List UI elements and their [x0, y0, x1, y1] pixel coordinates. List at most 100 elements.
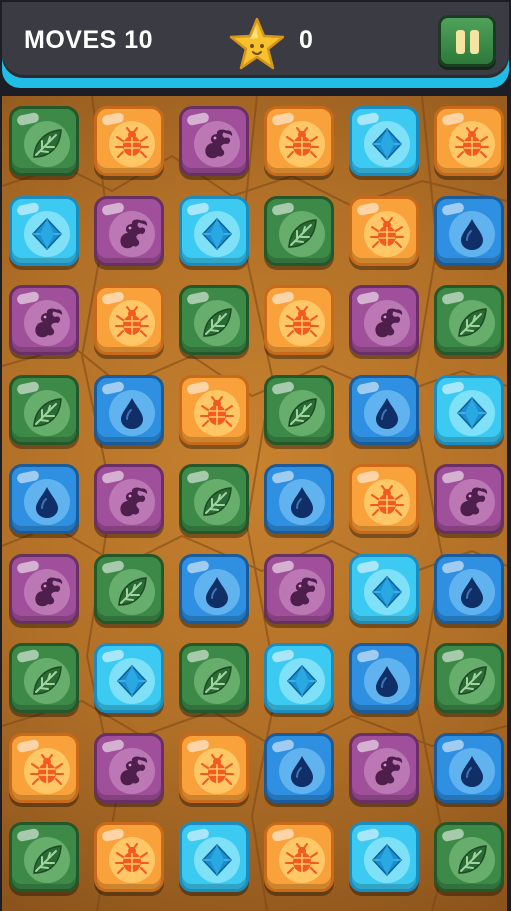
- tile-leaf[interactable]: [94, 553, 164, 624]
- tile-dragon[interactable]: [9, 553, 79, 624]
- drop-icon: [461, 218, 483, 250]
- leaf-icon: [458, 666, 487, 695]
- tile-leaf[interactable]: [179, 643, 249, 713]
- leaf-icon: [203, 308, 232, 337]
- tile-drop[interactable]: [434, 732, 504, 803]
- tile-leaf[interactable]: [9, 106, 79, 176]
- drop-icon: [461, 576, 483, 608]
- tile-drop[interactable]: [349, 643, 419, 713]
- tile-bug[interactable]: [94, 106, 164, 176]
- drop-icon: [376, 666, 398, 697]
- tile-leaf[interactable]: [9, 374, 79, 445]
- bug-icon: [370, 216, 404, 248]
- tile-dragon[interactable]: [94, 732, 164, 803]
- tile-drop[interactable]: [434, 195, 504, 266]
- bug-icon: [200, 753, 234, 785]
- tile-drop[interactable]: [264, 732, 334, 803]
- dragon-icon: [120, 756, 148, 785]
- tile-gem[interactable]: [349, 553, 419, 624]
- gem-icon: [286, 664, 318, 698]
- tile-leaf[interactable]: [434, 822, 504, 892]
- tile-gem[interactable]: [9, 195, 79, 266]
- bug-icon: [30, 753, 64, 785]
- gem-icon: [371, 575, 403, 608]
- tile-bug[interactable]: [349, 195, 419, 266]
- pause-icon: [470, 30, 479, 54]
- tile-bug[interactable]: [264, 822, 334, 892]
- dragon-icon: [205, 129, 233, 159]
- tile-bug[interactable]: [179, 732, 249, 803]
- tile-gem[interactable]: [349, 106, 419, 176]
- tile-drop[interactable]: [264, 464, 334, 534]
- tile-bug[interactable]: [179, 374, 249, 445]
- pause-icon: [456, 30, 465, 54]
- tile-bug[interactable]: [264, 285, 334, 355]
- dragon-icon: [120, 219, 148, 248]
- leaf-icon: [458, 308, 487, 337]
- moves-counter: MOVES 10: [24, 26, 154, 54]
- bug-icon: [285, 127, 319, 158]
- tile-bug[interactable]: [349, 464, 419, 534]
- drop-icon: [121, 397, 143, 429]
- tile-leaf[interactable]: [264, 374, 334, 445]
- gem-icon: [371, 127, 403, 161]
- tile-bug[interactable]: [94, 822, 164, 892]
- tile-drop[interactable]: [179, 553, 249, 624]
- tile-dragon[interactable]: [179, 106, 249, 176]
- tile-dragon[interactable]: [434, 464, 504, 534]
- leaf-icon: [118, 576, 147, 606]
- tile-leaf[interactable]: [434, 285, 504, 355]
- tile-gem[interactable]: [349, 822, 419, 892]
- tile-dragon[interactable]: [94, 464, 164, 534]
- gem-icon: [201, 843, 233, 877]
- bug-icon: [115, 843, 149, 874]
- bug-icon: [285, 306, 319, 337]
- leaf-icon: [203, 487, 232, 516]
- leaf-icon: [33, 666, 62, 695]
- tile-leaf[interactable]: [179, 464, 249, 534]
- tile-gem[interactable]: [179, 195, 249, 266]
- tile-bug[interactable]: [9, 732, 79, 803]
- bug-icon: [115, 127, 149, 158]
- dragon-icon: [460, 487, 488, 517]
- tile-gem[interactable]: [94, 643, 164, 713]
- bug-icon: [455, 127, 489, 158]
- tile-leaf[interactable]: [9, 822, 79, 892]
- tile-leaf[interactable]: [264, 195, 334, 266]
- gem-icon: [31, 217, 63, 250]
- tile-dragon[interactable]: [349, 732, 419, 803]
- pause-button[interactable]: [438, 15, 496, 67]
- tile-leaf[interactable]: [9, 643, 79, 713]
- tile-drop[interactable]: [9, 464, 79, 534]
- leaf-icon: [458, 845, 487, 874]
- tile-dragon[interactable]: [349, 285, 419, 355]
- tile-bug[interactable]: [94, 285, 164, 355]
- dragon-icon: [35, 308, 63, 338]
- tile-dragon[interactable]: [264, 553, 334, 624]
- score-value: 0: [299, 26, 313, 54]
- dragon-icon: [290, 577, 318, 606]
- tile-dragon[interactable]: [9, 285, 79, 355]
- dragon-icon: [375, 308, 403, 338]
- drop-icon: [206, 576, 228, 608]
- tile-drop[interactable]: [434, 553, 504, 624]
- tile-dragon[interactable]: [94, 195, 164, 266]
- tile-leaf[interactable]: [179, 285, 249, 355]
- tile-drop[interactable]: [349, 374, 419, 445]
- leaf-icon: [288, 218, 317, 248]
- bug-icon: [200, 395, 234, 427]
- tile-bug[interactable]: [264, 106, 334, 176]
- bug-icon: [370, 485, 404, 516]
- hud-panel: MOVES 10 0: [2, 2, 509, 78]
- tile-gem[interactable]: [434, 374, 504, 445]
- hud-bar: MOVES 10 0: [2, 2, 509, 88]
- bug-icon: [285, 843, 319, 874]
- gem-icon: [371, 843, 403, 877]
- tile-leaf[interactable]: [434, 643, 504, 713]
- tile-bug[interactable]: [434, 106, 504, 176]
- tile-gem[interactable]: [179, 822, 249, 892]
- leaf-icon: [203, 666, 232, 695]
- tile-gem[interactable]: [264, 643, 334, 713]
- tile-drop[interactable]: [94, 374, 164, 445]
- drop-icon: [461, 755, 483, 787]
